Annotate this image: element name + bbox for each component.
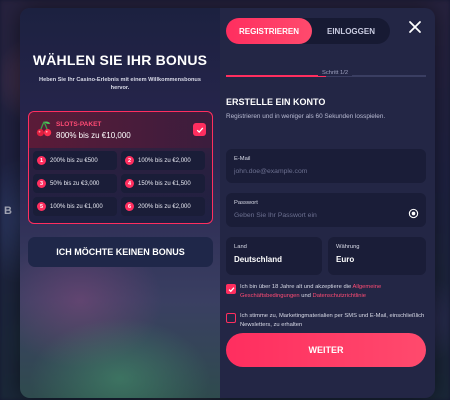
email-label: E-Mail (234, 156, 251, 162)
bonus-subtitle: Heben Sie Ihr Casino-Erlebnis mit einem … (39, 77, 201, 91)
form-subtitle: Registrieren und in weniger als 60 Sekun… (226, 113, 386, 120)
bonus-package-name: SLOTS-PAKET (56, 121, 102, 128)
password-label: Passwort (234, 200, 258, 206)
currency-label: Währung (336, 244, 360, 250)
cherry-icon (36, 121, 52, 137)
bonus-tier: 4 150% bis zu €1,500 (121, 174, 205, 193)
bonus-tier: 6 200% bis zu €2,000 (121, 197, 205, 216)
bonus-package-card[interactable]: SLOTS-PAKET 800% bis zu €10,000 1 200% b… (28, 111, 213, 224)
tier-number: 3 (37, 179, 46, 188)
marketing-text: Ich stimme zu, Marketingmaterialien per … (240, 313, 425, 328)
step-progress-fill (226, 75, 326, 77)
email-field[interactable]: E-Mail (226, 149, 426, 183)
eye-icon[interactable] (408, 208, 419, 219)
currency-select[interactable]: Währung Euro (328, 237, 426, 275)
check-icon (228, 286, 234, 292)
auth-tabs: REGISTRIEREN EINLOGGEN (226, 18, 390, 44)
email-input[interactable] (234, 168, 394, 175)
terms-text: Ich bin über 18 Jahre alt und akzeptiere… (240, 283, 426, 301)
tier-text: 200% bis zu €2,000 (138, 203, 191, 210)
tier-number: 5 (37, 202, 46, 211)
tier-text: 50% bis zu €3,000 (50, 180, 100, 187)
bonus-title: WÄHLEN SIE IHR BONUS (32, 52, 208, 68)
bonus-tier: 3 50% bis zu €3,000 (33, 174, 117, 193)
tier-text: 200% bis zu €500 (50, 157, 98, 164)
terms-checkbox[interactable] (226, 284, 236, 294)
bonus-package-amount: 800% bis zu €10,000 (56, 131, 131, 140)
registration-form: REGISTRIEREN EINLOGGEN Schritt 1/2 ERSTE… (220, 8, 435, 398)
check-icon (196, 127, 203, 133)
password-field[interactable]: Passwort (226, 193, 426, 227)
tier-number: 4 (125, 179, 134, 188)
bonus-package-header: SLOTS-PAKET 800% bis zu €10,000 (29, 112, 212, 148)
form-title: ERSTELLE EIN KONTO (226, 97, 326, 107)
marketing-checkbox[interactable] (226, 313, 236, 323)
bonus-tier: 5 100% bis zu €1,000 (33, 197, 117, 216)
tier-number: 2 (125, 156, 134, 165)
tier-number: 1 (37, 156, 46, 165)
password-input[interactable] (234, 212, 394, 219)
tier-text: 100% bis zu €1,000 (50, 203, 103, 210)
terms-text-before: Ich bin über 18 Jahre alt und akzeptiere… (240, 284, 353, 290)
background-fragment: B (4, 205, 12, 217)
tab-register[interactable]: REGISTRIEREN (226, 18, 312, 44)
tier-number: 6 (125, 202, 134, 211)
step-indicator: Schritt 1/2 (318, 70, 353, 76)
bonus-tier: 1 200% bis zu €500 (33, 151, 117, 170)
tab-login[interactable]: EINLOGGEN (312, 18, 390, 44)
country-label: Land (234, 244, 247, 250)
close-icon[interactable] (408, 20, 422, 34)
country-value: Deutschland (234, 255, 283, 264)
tier-text: 150% bis zu €1,500 (138, 180, 191, 187)
bonus-panel: WÄHLEN SIE IHR BONUS Heben Sie Ihr Casin… (20, 8, 220, 398)
terms-text-mid: und (299, 293, 313, 299)
country-select[interactable]: Land Deutschland (226, 237, 322, 275)
bonus-tier: 2 100% bis zu €2,000 (121, 151, 205, 170)
bonus-package-checkbox[interactable] (193, 123, 206, 136)
continue-button[interactable]: WEITER (226, 333, 426, 367)
no-bonus-button[interactable]: ICH MÖCHTE KEINEN BONUS (28, 237, 213, 267)
registration-modal: WÄHLEN SIE IHR BONUS Heben Sie Ihr Casin… (20, 8, 435, 398)
currency-value: Euro (336, 255, 355, 264)
tier-text: 100% bis zu €2,000 (138, 157, 191, 164)
privacy-link[interactable]: Datenschutzrichtlinie (313, 293, 367, 299)
